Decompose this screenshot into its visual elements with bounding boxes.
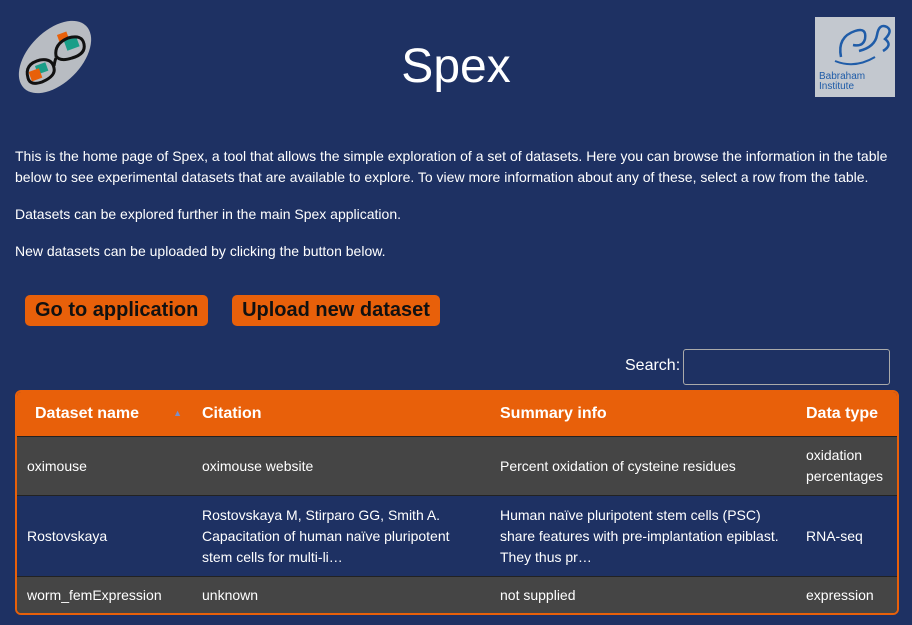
page-title: Spex <box>401 40 511 93</box>
intro-text: This is the home page of Spex, a tool th… <box>15 146 900 278</box>
cell-dataset-name: Rostovskaya <box>17 495 192 577</box>
cell-dataset-name: oximouse <box>17 436 192 496</box>
cell-citation: oximouse website <box>192 436 490 496</box>
cell-citation: Rostovskaya M, Stirparo GG, Smith A. Cap… <box>192 495 490 577</box>
search-input[interactable] <box>683 349 890 385</box>
search-label: Search: <box>625 357 681 374</box>
cell-summary: Human naïve pluripotent stem cells (PSC)… <box>490 495 796 577</box>
table-row[interactable]: worm_femExpression unknown not supplied … <box>17 576 897 613</box>
cell-summary: not supplied <box>490 576 796 613</box>
babraham-logo-text: Babraham Institute <box>819 71 866 92</box>
babraham-swirl-icon <box>834 24 891 66</box>
cell-citation: unknown <box>192 576 490 613</box>
table-row[interactable]: oximouse oximouse website Percent oxidat… <box>17 436 897 496</box>
upload-new-dataset-button[interactable]: Upload new dataset <box>232 295 440 326</box>
table-header-row: Dataset name ▲ Citation Summary info Dat… <box>17 392 897 437</box>
intro-paragraph: New datasets can be uploaded by clicking… <box>15 243 386 259</box>
cell-dataset-name: worm_femExpression <box>17 576 192 613</box>
sort-ascending-icon: ▲ <box>173 408 182 418</box>
cell-data-type: RNA-seq <box>796 495 897 577</box>
table-row[interactable]: Rostovskaya Rostovskaya M, Stirparo GG, … <box>17 495 897 577</box>
babraham-institute-logo: Babraham Institute <box>815 17 895 97</box>
datasets-table: Dataset name ▲ Citation Summary info Dat… <box>15 390 899 615</box>
intro-paragraph: Datasets can be explored further in the … <box>15 206 402 222</box>
column-header-dataset-name[interactable]: Dataset name ▲ <box>17 392 192 437</box>
column-header-citation[interactable]: Citation <box>192 392 490 437</box>
go-to-application-button[interactable]: Go to application <box>25 295 208 326</box>
column-header-summary-info[interactable]: Summary info <box>490 392 796 437</box>
cell-data-type: expression <box>796 576 897 613</box>
cell-summary: Percent oxidation of cysteine residues <box>490 436 796 496</box>
intro-paragraph: This is the home page of Spex, a tool th… <box>15 148 888 185</box>
column-header-data-type[interactable]: Data type <box>796 392 897 437</box>
cell-data-type: oxidation percentages <box>796 436 897 496</box>
